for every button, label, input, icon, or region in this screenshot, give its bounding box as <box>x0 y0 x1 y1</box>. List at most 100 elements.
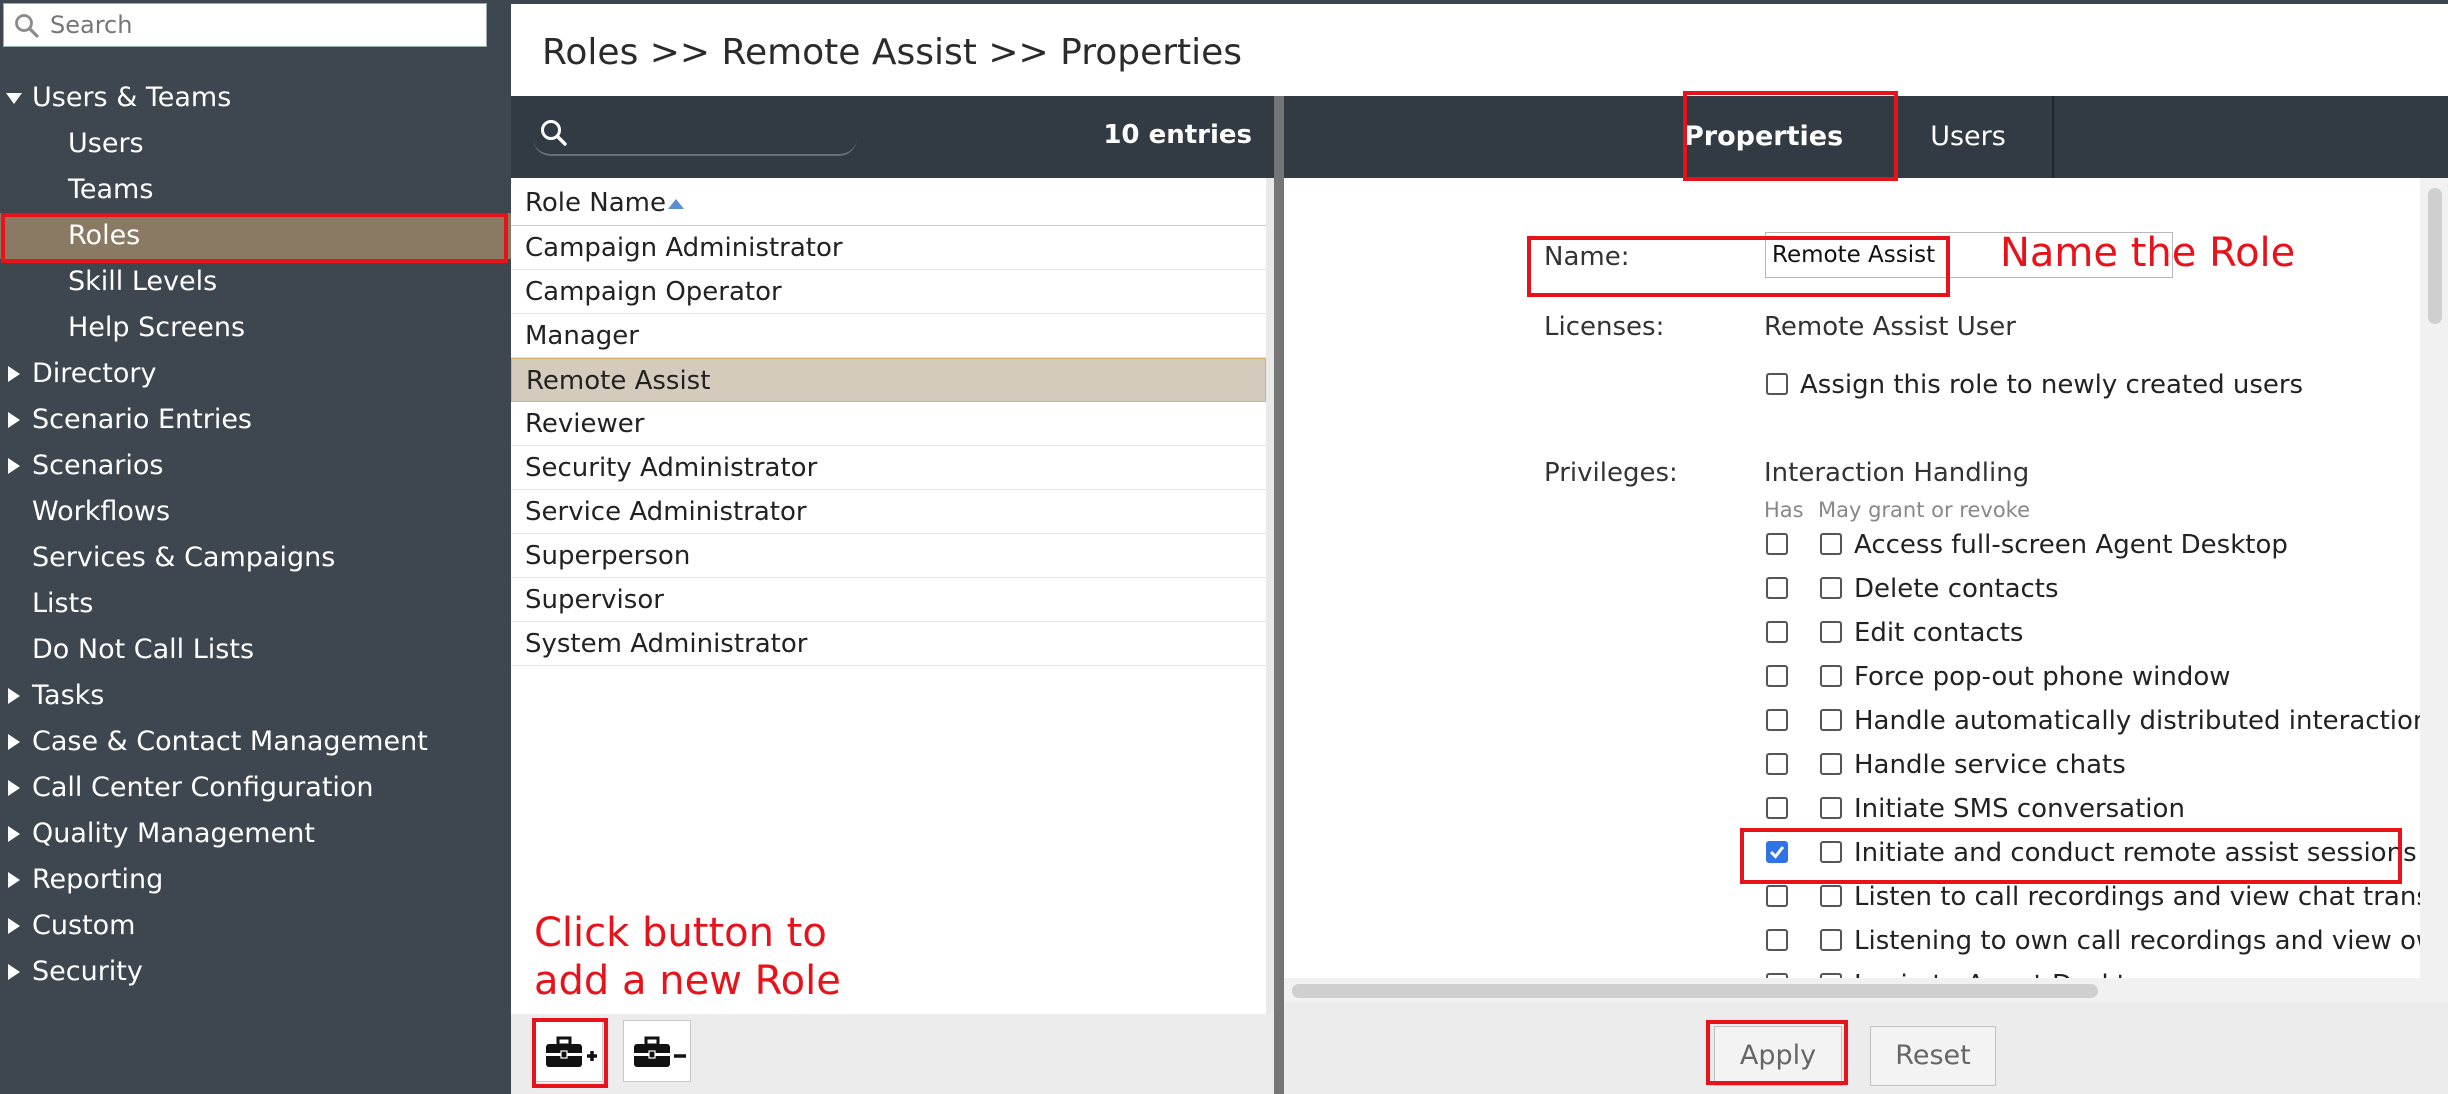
privilege-has-checkbox[interactable] <box>1766 753 1788 775</box>
sidebar-search-input[interactable] <box>48 8 478 42</box>
sidebar-item-roles[interactable]: Roles <box>0 213 511 259</box>
assign-role-checkbox[interactable] <box>1766 373 1788 395</box>
remove-role-button[interactable] <box>623 1020 691 1082</box>
sidebar-item-label: Roles <box>68 220 141 251</box>
search-icon <box>15 14 39 38</box>
caret-right-icon[interactable] <box>6 964 22 980</box>
apply-button[interactable]: Apply <box>1714 1026 1842 1086</box>
list-scrollbar[interactable] <box>1266 178 1274 1050</box>
table-row[interactable]: Reviewer <box>511 402 1266 446</box>
privilege-has-checkbox[interactable] <box>1766 885 1788 907</box>
table-row[interactable]: Remote Assist <box>511 358 1266 402</box>
caret-right-icon[interactable] <box>6 458 22 474</box>
caret-right-icon[interactable] <box>6 918 22 934</box>
sidebar-item-users[interactable]: Users <box>0 121 511 167</box>
sidebar-item-services-campaigns[interactable]: Services & Campaigns <box>0 535 511 581</box>
privilege-has-checkbox[interactable] <box>1766 797 1788 819</box>
privilege-has-checkbox[interactable] <box>1766 929 1788 951</box>
table-row[interactable]: Security Administrator <box>511 446 1266 490</box>
caret-right-icon[interactable] <box>6 780 22 796</box>
sidebar-item-label: Directory <box>32 358 157 389</box>
privilege-has-checkbox[interactable] <box>1766 841 1788 863</box>
sidebar-item-security[interactable]: Security <box>0 949 511 995</box>
sidebar-item-help-screens[interactable]: Help Screens <box>0 305 511 351</box>
sidebar: Users & Teams Users Teams Roles Skill Levels… <box>0 0 511 1094</box>
sidebar-item-workflows[interactable]: Workflows <box>0 489 511 535</box>
privilege-grant-checkbox[interactable] <box>1820 753 1842 775</box>
reset-button[interactable]: Reset <box>1870 1026 1996 1086</box>
sidebar-item-teams[interactable]: Teams <box>0 167 511 213</box>
sidebar-item-users-teams[interactable]: Users & Teams <box>0 75 511 121</box>
tab-properties[interactable]: Properties <box>1684 96 1843 178</box>
sidebar-item-label: Custom <box>32 910 136 941</box>
title-bar: Roles >> Remote Assist >> Properties <box>511 0 2448 96</box>
privilege-grant-checkbox[interactable] <box>1820 577 1842 599</box>
tab-users[interactable]: Users <box>1884 96 2054 178</box>
privileges-label: Privileges: <box>1544 458 1678 488</box>
add-role-button[interactable] <box>535 1020 603 1082</box>
sidebar-item-custom[interactable]: Custom <box>0 903 511 949</box>
table-row[interactable]: Campaign Administrator <box>511 226 1266 270</box>
action-bar <box>1284 1002 2448 1094</box>
privilege-grant-checkbox[interactable] <box>1820 621 1842 643</box>
table-row[interactable]: Campaign Operator <box>511 270 1266 314</box>
privilege-grant-checkbox[interactable] <box>1820 929 1842 951</box>
caret-right-icon[interactable] <box>6 366 22 382</box>
table-row[interactable]: Service Administrator <box>511 490 1266 534</box>
privilege-grant-checkbox[interactable] <box>1820 533 1842 555</box>
sidebar-search[interactable] <box>3 3 487 47</box>
sidebar-item-label: Do Not Call Lists <box>32 634 255 665</box>
sidebar-item-scenario-entries[interactable]: Scenario Entries <box>0 397 511 443</box>
privilege-has-checkbox[interactable] <box>1766 665 1788 687</box>
caret-down-icon[interactable] <box>6 90 22 106</box>
table-row[interactable]: Supervisor <box>511 578 1266 622</box>
caret-right-icon[interactable] <box>6 872 22 888</box>
privilege-grant-checkbox[interactable] <box>1820 709 1842 731</box>
assign-role-label: Assign this role to newly created users <box>1800 370 2304 400</box>
sidebar-item-label: Reporting <box>32 864 164 895</box>
privilege-grant-checkbox[interactable] <box>1820 797 1842 819</box>
table-row[interactable]: Manager <box>511 314 1266 358</box>
sidebar-item-label: Teams <box>68 174 154 205</box>
table-row[interactable]: System Administrator <box>511 622 1266 666</box>
sidebar-item-lists[interactable]: Lists <box>0 581 511 627</box>
sidebar-item-case-contact-management[interactable]: Case & Contact Management <box>0 719 511 765</box>
sidebar-item-directory[interactable]: Directory <box>0 351 511 397</box>
column-header-role-name[interactable]: Role Name <box>511 178 1266 226</box>
horizontal-scroll-thumb[interactable] <box>1292 984 2098 998</box>
sidebar-item-tasks[interactable]: Tasks <box>0 673 511 719</box>
sidebar-item-quality-management[interactable]: Quality Management <box>0 811 511 857</box>
privilege-has-checkbox[interactable] <box>1766 577 1788 599</box>
list-search-field[interactable] <box>533 112 857 156</box>
privilege-has-checkbox[interactable] <box>1766 533 1788 555</box>
sidebar-item-label: Call Center Configuration <box>32 772 374 803</box>
vertical-scroll-thumb[interactable] <box>2428 188 2442 324</box>
privilege-grant-checkbox[interactable] <box>1820 665 1842 687</box>
briefcase-minus-icon <box>634 1036 686 1067</box>
sidebar-item-call-center-configuration[interactable]: Call Center Configuration <box>0 765 511 811</box>
privilege-has-checkbox[interactable] <box>1766 709 1788 731</box>
sidebar-item-label: Workflows <box>32 496 171 527</box>
privilege-label: Handle automatically distributed interac… <box>1854 706 2420 736</box>
sidebar-item-reporting[interactable]: Reporting <box>0 857 511 903</box>
role-properties-panel: Properties Users Name: Licenses: Remote … <box>1284 96 2448 1094</box>
caret-right-icon[interactable] <box>6 826 22 842</box>
name-label: Name: <box>1544 242 1630 272</box>
caret-right-icon[interactable] <box>6 734 22 750</box>
licenses-label: Licenses: <box>1544 312 1665 342</box>
caret-right-icon[interactable] <box>6 412 22 428</box>
privilege-label: Delete contacts <box>1854 574 2059 604</box>
sidebar-item-skill-levels[interactable]: Skill Levels <box>0 259 511 305</box>
privilege-grant-checkbox[interactable] <box>1820 885 1842 907</box>
sidebar-item-do-not-call-lists[interactable]: Do Not Call Lists <box>0 627 511 673</box>
sidebar-item-label: Services & Campaigns <box>32 542 336 573</box>
sidebar-item-scenarios[interactable]: Scenarios <box>0 443 511 489</box>
panel-splitter[interactable] <box>1274 96 1284 1094</box>
caret-right-icon[interactable] <box>6 688 22 704</box>
sidebar-item-label: Users <box>68 128 144 159</box>
sidebar-item-label: Case & Contact Management <box>32 726 428 757</box>
privilege-grant-checkbox[interactable] <box>1820 841 1842 863</box>
briefcase-plus-icon <box>546 1036 597 1067</box>
table-row[interactable]: Superperson <box>511 534 1266 578</box>
privilege-has-checkbox[interactable] <box>1766 621 1788 643</box>
